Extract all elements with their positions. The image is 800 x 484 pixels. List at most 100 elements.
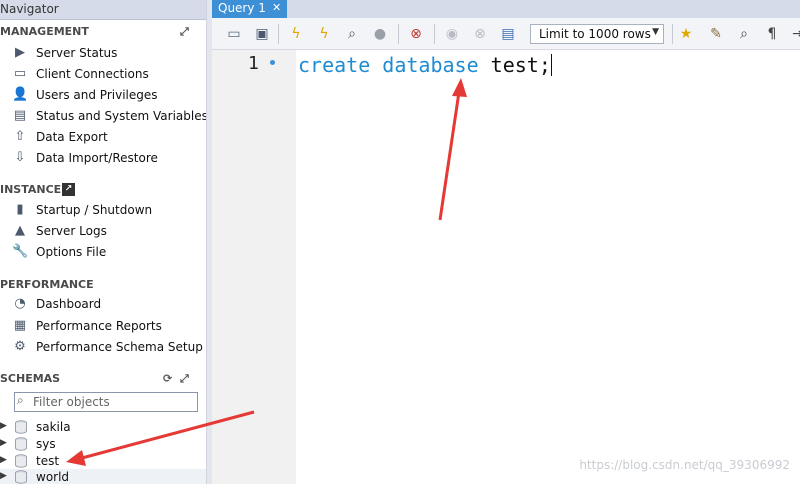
navigator-panel: Navigator MANAGEMENT ⤢ ▶ Server Status ▭… <box>0 0 208 484</box>
chevron-down-icon: ▼ <box>652 27 659 37</box>
instance-settings-icon[interactable]: ↗ <box>62 183 75 196</box>
schema-name: sakila <box>36 420 71 434</box>
gear-icon: ⚙ <box>14 339 26 354</box>
wrap-icon[interactable]: ⇥ <box>788 25 800 43</box>
filter-box[interactable]: ⌕ <box>14 392 198 412</box>
nav-item-performance-reports[interactable]: ▦ Performance Reports <box>10 316 206 336</box>
nav-item-label: Data Import/Restore <box>36 151 158 165</box>
code-line[interactable]: create database test; <box>298 53 552 77</box>
code-keyword: create <box>298 53 371 77</box>
expand-icon[interactable]: ⤢ <box>180 25 189 39</box>
instance-label: INSTANCE <box>0 183 62 196</box>
nav-item-label: Status and System Variables <box>36 109 208 123</box>
dashboard-icon: ◔ <box>14 296 26 311</box>
schema-item-sakila[interactable]: ▶ sakila <box>0 419 206 436</box>
nav-item-label: Server Logs <box>36 224 107 238</box>
instance-header: INSTANCE ↗ <box>0 183 206 199</box>
tab-label: Query 1 <box>218 1 266 15</box>
database-icon <box>15 454 27 468</box>
code-keyword: database <box>382 53 479 77</box>
database-icon <box>15 470 27 484</box>
statement-marker-icon <box>270 60 275 65</box>
schemas-header: SCHEMAS ⟳ ⤢ <box>0 372 206 388</box>
schema-name: world <box>36 470 70 484</box>
nav-item-dashboard[interactable]: ◔ Dashboard <box>10 294 206 314</box>
execute-current-icon[interactable]: ϟ <box>314 25 334 43</box>
expand-icon[interactable]: ⤢ <box>180 372 189 386</box>
execute-icon[interactable]: ϟ <box>286 25 306 43</box>
rollback-icon[interactable]: ⊗ <box>470 25 490 43</box>
schema-item-test[interactable]: ▶ test <box>0 453 206 470</box>
nav-item-data-import[interactable]: ⇩ Data Import/Restore <box>10 148 206 168</box>
open-folder-icon[interactable]: ▭ <box>224 25 244 43</box>
schema-item-world[interactable]: ▶ world <box>0 469 206 484</box>
nav-item-options-file[interactable]: 🔧 Options File <box>10 242 206 262</box>
nav-item-performance-schema-setup[interactable]: ⚙ Performance Schema Setup <box>10 337 206 357</box>
commit-icon[interactable]: ◉ <box>442 25 462 43</box>
management-header: MANAGEMENT ⤢ <box>0 25 206 41</box>
nav-item-label: Startup / Shutdown <box>36 203 153 217</box>
nav-item-users-privileges[interactable]: 👤 Users and Privileges <box>10 85 206 105</box>
beautify-icon[interactable]: ✎ <box>706 25 726 43</box>
client-connections-icon: ▭ <box>13 66 27 81</box>
nav-item-label: Options File <box>36 245 107 259</box>
line-number: 1 <box>248 53 259 74</box>
text-caret <box>550 54 552 76</box>
filter-input[interactable] <box>33 394 195 410</box>
find-icon[interactable]: ⌕ <box>734 25 754 43</box>
nav-item-status-variables[interactable]: ▤ Status and System Variables <box>10 106 208 126</box>
expand-arrow-icon[interactable]: ▶ <box>0 421 7 431</box>
navigator-title: Navigator <box>0 0 206 20</box>
watermark: https://blog.csdn.net/qq_39306992 <box>579 458 790 472</box>
editor-toolbar: ▭ ▣ ϟ ϟ ⌕ ● ⊗ ◉ ⊗ ▤ Limit to 1000 rows ▼… <box>212 18 800 50</box>
monitor-icon: ▤ <box>13 108 27 123</box>
refresh-icon[interactable]: ⟳ <box>163 372 172 385</box>
server-status-icon: ▶ <box>15 45 25 60</box>
nav-item-label: Client Connections <box>36 67 149 81</box>
schemas-label: SCHEMAS <box>0 372 61 385</box>
user-icon: 👤 <box>12 87 29 102</box>
schema-item-sys[interactable]: ▶ sys <box>0 436 206 453</box>
nav-item-startup-shutdown[interactable]: ▮ Startup / Shutdown <box>10 200 206 220</box>
expand-arrow-icon[interactable]: ▶ <box>0 471 7 481</box>
filter-icon: ⌕ <box>17 393 24 407</box>
save-icon[interactable]: ▣ <box>252 25 272 43</box>
export-icon: ⇧ <box>14 129 26 144</box>
expand-arrow-icon[interactable]: ▶ <box>0 455 7 465</box>
wrench-icon: 🔧 <box>12 244 29 259</box>
import-icon: ⇩ <box>14 150 26 165</box>
nav-item-label: Users and Privileges <box>36 88 158 102</box>
nav-item-server-status[interactable]: ▶ Server Status <box>10 43 206 63</box>
explain-icon[interactable]: ⌕ <box>342 25 362 43</box>
nav-item-server-logs[interactable]: ▲ Server Logs <box>10 221 206 241</box>
database-icon <box>15 420 27 434</box>
stop-icon[interactable]: ● <box>370 25 390 43</box>
schema-name: test <box>36 454 60 468</box>
reports-icon: ▦ <box>13 318 27 333</box>
performance-label: PERFORMANCE <box>0 278 94 291</box>
limit-rows-value: Limit to 1000 rows <box>539 27 651 41</box>
nav-item-label: Data Export <box>36 130 108 144</box>
invisible-chars-icon[interactable]: ¶ <box>762 25 782 43</box>
sql-editor-area: Query 1 ✕ ▭ ▣ ϟ ϟ ⌕ ● ⊗ ◉ ⊗ ▤ Limit to 1… <box>212 0 800 484</box>
nav-item-data-export[interactable]: ⇧ Data Export <box>10 127 206 147</box>
code-identifier: test; <box>490 53 551 77</box>
tab-bar: Query 1 ✕ <box>212 0 800 18</box>
tab-query-1[interactable]: Query 1 ✕ <box>212 0 287 18</box>
nav-item-label: Performance Schema Setup <box>36 340 203 354</box>
power-icon: ▮ <box>16 202 24 217</box>
autocommit-icon[interactable]: ▤ <box>498 25 518 43</box>
nav-item-label: Dashboard <box>36 297 102 311</box>
performance-header: PERFORMANCE <box>0 278 206 294</box>
schema-name: sys <box>36 437 56 451</box>
add-snippet-icon[interactable]: ★ <box>676 25 696 43</box>
nav-item-label: Server Status <box>36 46 118 60</box>
nav-item-label: Performance Reports <box>36 319 162 333</box>
close-icon[interactable]: ✕ <box>272 1 281 14</box>
expand-arrow-icon[interactable]: ▶ <box>0 438 7 448</box>
toggle-error-icon[interactable]: ⊗ <box>406 25 426 43</box>
database-icon <box>15 437 27 451</box>
nav-item-client-connections[interactable]: ▭ Client Connections <box>10 64 206 84</box>
line-gutter: 1 <box>212 50 296 484</box>
limit-rows-select[interactable]: Limit to 1000 rows ▼ <box>530 24 664 44</box>
